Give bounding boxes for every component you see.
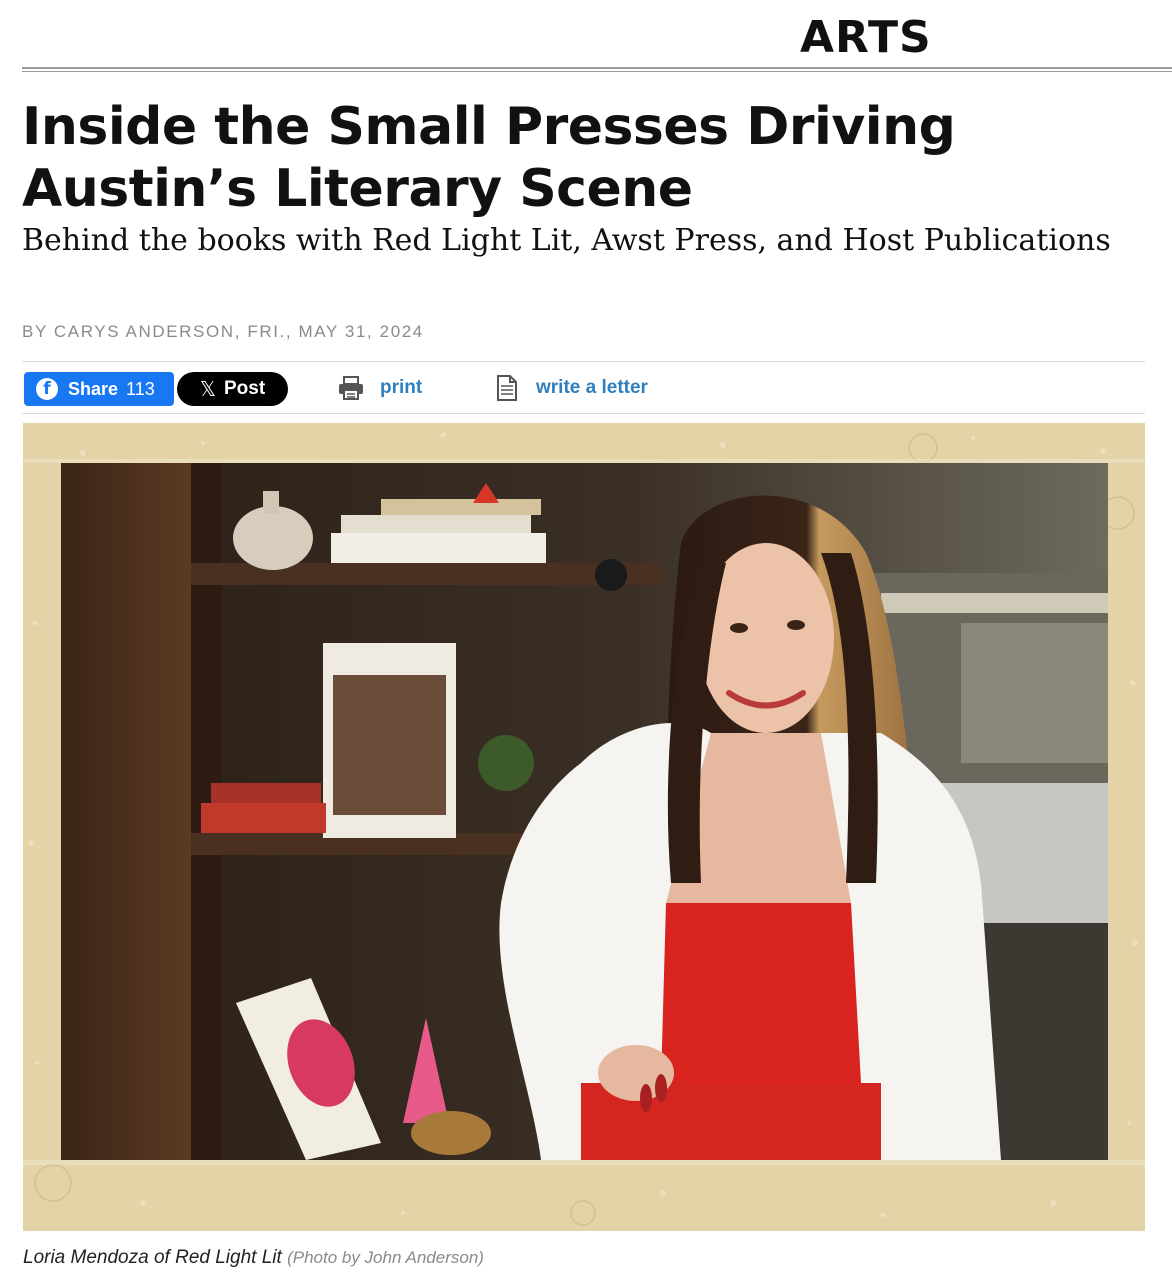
print-link[interactable]: print [337, 373, 422, 403]
share-bar-top-divider [22, 361, 1145, 362]
facebook-share-label: Share [68, 378, 119, 399]
facebook-icon: f [36, 378, 58, 400]
share-bar-bottom-divider [22, 413, 1145, 414]
article-headline: Inside the Small Presses Driving Austin’… [22, 97, 956, 219]
photo-credit: (Photo by John Anderson) [287, 1248, 484, 1267]
x-post-label: Post [223, 378, 266, 399]
print-label: print [380, 377, 423, 398]
section-divider [22, 67, 1172, 72]
x-logo-icon: 𝕏 [199, 377, 216, 401]
section-label[interactable]: ARTS [800, 12, 932, 63]
write-letter-link[interactable]: write a letter [493, 373, 648, 403]
photo-caption: Loria Mendoza of Red Light Lit (Photo by… [23, 1247, 484, 1269]
x-post-button[interactable]: 𝕏 Post [177, 372, 288, 406]
article-subheadline: Behind the books with Red Light Lit, Aws… [22, 223, 1111, 258]
write-letter-label: write a letter [536, 377, 648, 398]
photo-caption-text: Loria Mendoza of Red Light Lit [23, 1247, 282, 1268]
article-photo [23, 423, 1145, 1231]
article-byline: BY CARYS ANDERSON, FRI., MAY 31, 2024 [22, 322, 424, 341]
printer-icon [337, 374, 365, 402]
document-icon [493, 374, 521, 402]
facebook-share-count: 113 [126, 378, 155, 399]
facebook-share-button[interactable]: f Share 113 [24, 372, 174, 406]
